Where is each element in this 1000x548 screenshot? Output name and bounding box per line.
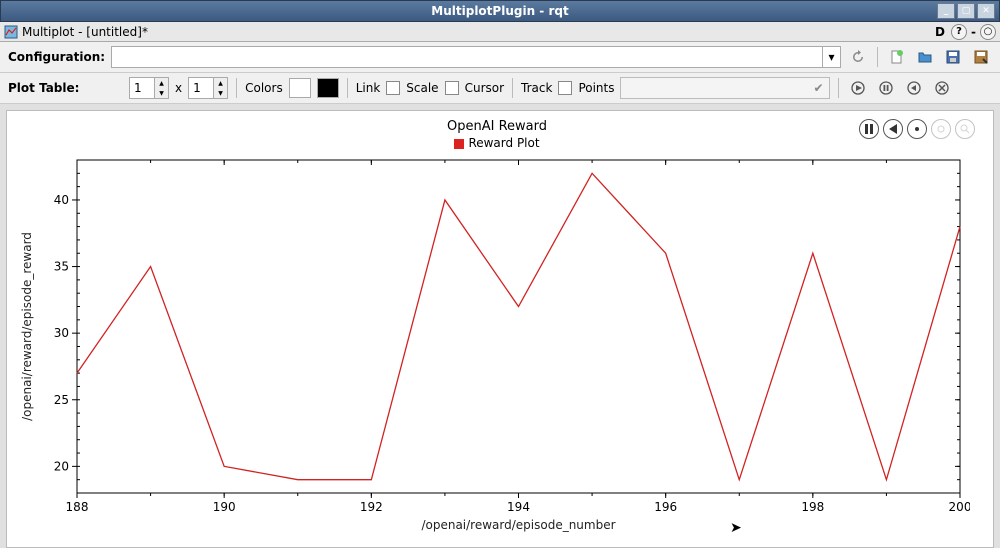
svg-text:35: 35 (54, 260, 69, 274)
save-icon (945, 49, 961, 65)
track-combo[interactable]: ✔ (620, 77, 830, 99)
play-button[interactable] (847, 77, 869, 99)
svg-text:192: 192 (360, 500, 383, 514)
plot-pause-button[interactable] (859, 119, 879, 139)
separator (236, 78, 237, 98)
d-label: D (935, 25, 945, 39)
plot-panel: OpenAI Reward Reward Plot 188 190 192 194 19… (6, 110, 994, 548)
svg-text:/openai/reward/episode_number: /openai/reward/episode_number (421, 518, 615, 532)
chevron-down-icon[interactable]: ▾ (822, 47, 840, 67)
svg-text:194: 194 (507, 500, 530, 514)
track-checkbox[interactable] (558, 81, 572, 95)
play-icon (851, 81, 865, 95)
app-icon (4, 25, 18, 39)
save-as-icon (973, 49, 989, 65)
configuration-label: Configuration: (8, 50, 105, 64)
plot-legend: Reward Plot (15, 136, 979, 150)
refresh-icon (850, 49, 866, 65)
zoom-icon (960, 124, 970, 134)
plot-title: OpenAI Reward (15, 119, 979, 134)
svg-text:190: 190 (213, 500, 236, 514)
document-title: Multiplot - [untitled]* (22, 25, 148, 39)
plot-zoom-button (955, 119, 975, 139)
svg-text:/openai/reward/episode_reward: /openai/reward/episode_reward (20, 232, 34, 421)
rewind-icon (888, 124, 898, 134)
scale-checkbox[interactable] (445, 81, 459, 95)
plot-disabled-button-1 (931, 119, 951, 139)
svg-text:200: 200 (949, 500, 970, 514)
rows-value: 1 (130, 78, 154, 98)
menubar: Multiplot - [untitled]* D ? - ○ (0, 22, 1000, 42)
window-titlebar: MultiplotPlugin - rqt _ ▢ ✕ (0, 0, 1000, 22)
cols-spinner[interactable]: 1 ▲▼ (188, 77, 228, 99)
clear-icon (935, 81, 949, 95)
link-checkbox[interactable] (386, 81, 400, 95)
clear-button[interactable] (931, 77, 953, 99)
legend-label: Reward Plot (468, 136, 539, 150)
points-label: Points (578, 81, 614, 95)
separator (347, 78, 348, 98)
link-label: Link (356, 81, 381, 95)
svg-text:30: 30 (54, 326, 69, 340)
color-swatch-1[interactable] (289, 78, 311, 98)
plot-home-button[interactable] (907, 119, 927, 139)
configuration-toolbar: Configuration: ▾ (0, 42, 1000, 73)
legend-swatch (454, 139, 464, 149)
open-file-button[interactable] (914, 46, 936, 68)
scale-label: Scale (406, 81, 438, 95)
svg-text:20: 20 (54, 459, 69, 473)
maximize-button[interactable]: ▢ (957, 3, 975, 19)
save-as-button[interactable] (970, 46, 992, 68)
configuration-combo[interactable]: ▾ (111, 46, 841, 68)
x-separator: x (175, 81, 182, 95)
target-icon (912, 124, 922, 134)
color-swatch-2[interactable] (317, 78, 339, 98)
svg-text:196: 196 (654, 500, 677, 514)
file-new-icon (889, 49, 905, 65)
cols-up[interactable]: ▲ (214, 78, 227, 88)
pause-button[interactable] (875, 77, 897, 99)
plot-table-label: Plot Table: (8, 81, 123, 95)
folder-open-icon (917, 49, 933, 65)
pause-icon (879, 81, 893, 95)
minimize-button[interactable]: _ (937, 3, 955, 19)
cols-down[interactable]: ▼ (214, 88, 227, 98)
track-label: Track (521, 81, 552, 95)
rewind-icon (907, 81, 921, 95)
chart-canvas[interactable]: 188 190 192 194 196 198 200 20 25 30 35 40/openai/r… (15, 150, 970, 535)
save-file-button[interactable] (942, 46, 964, 68)
help-button[interactable]: ? (951, 24, 967, 40)
check-icon: ✔ (807, 81, 829, 95)
plot-rewind-button[interactable] (883, 119, 903, 139)
plot-table-toolbar: Plot Table: 1 ▲▼ x 1 ▲▼ Colors Link Scal… (0, 73, 1000, 104)
rows-spinner[interactable]: 1 ▲▼ (129, 77, 169, 99)
refresh-config-button[interactable] (847, 46, 869, 68)
colors-label: Colors (245, 81, 283, 95)
window-title: MultiplotPlugin - rqt (431, 4, 568, 18)
separator (838, 78, 839, 98)
separator (512, 78, 513, 98)
svg-text:40: 40 (54, 193, 69, 207)
new-file-button[interactable] (886, 46, 908, 68)
svg-text:188: 188 (66, 500, 89, 514)
svg-text:25: 25 (54, 393, 69, 407)
close-button[interactable]: ✕ (977, 3, 995, 19)
cursor-label: Cursor (465, 81, 504, 95)
separator (877, 47, 878, 67)
pause-icon (864, 124, 874, 134)
cols-value: 1 (189, 78, 213, 98)
menu-options-button[interactable]: ○ (980, 24, 996, 40)
rewind-button[interactable] (903, 77, 925, 99)
circle-icon (936, 124, 946, 134)
rows-down[interactable]: ▼ (155, 88, 168, 98)
svg-text:198: 198 (801, 500, 824, 514)
rows-up[interactable]: ▲ (155, 78, 168, 88)
menu-dash: - (971, 25, 976, 39)
